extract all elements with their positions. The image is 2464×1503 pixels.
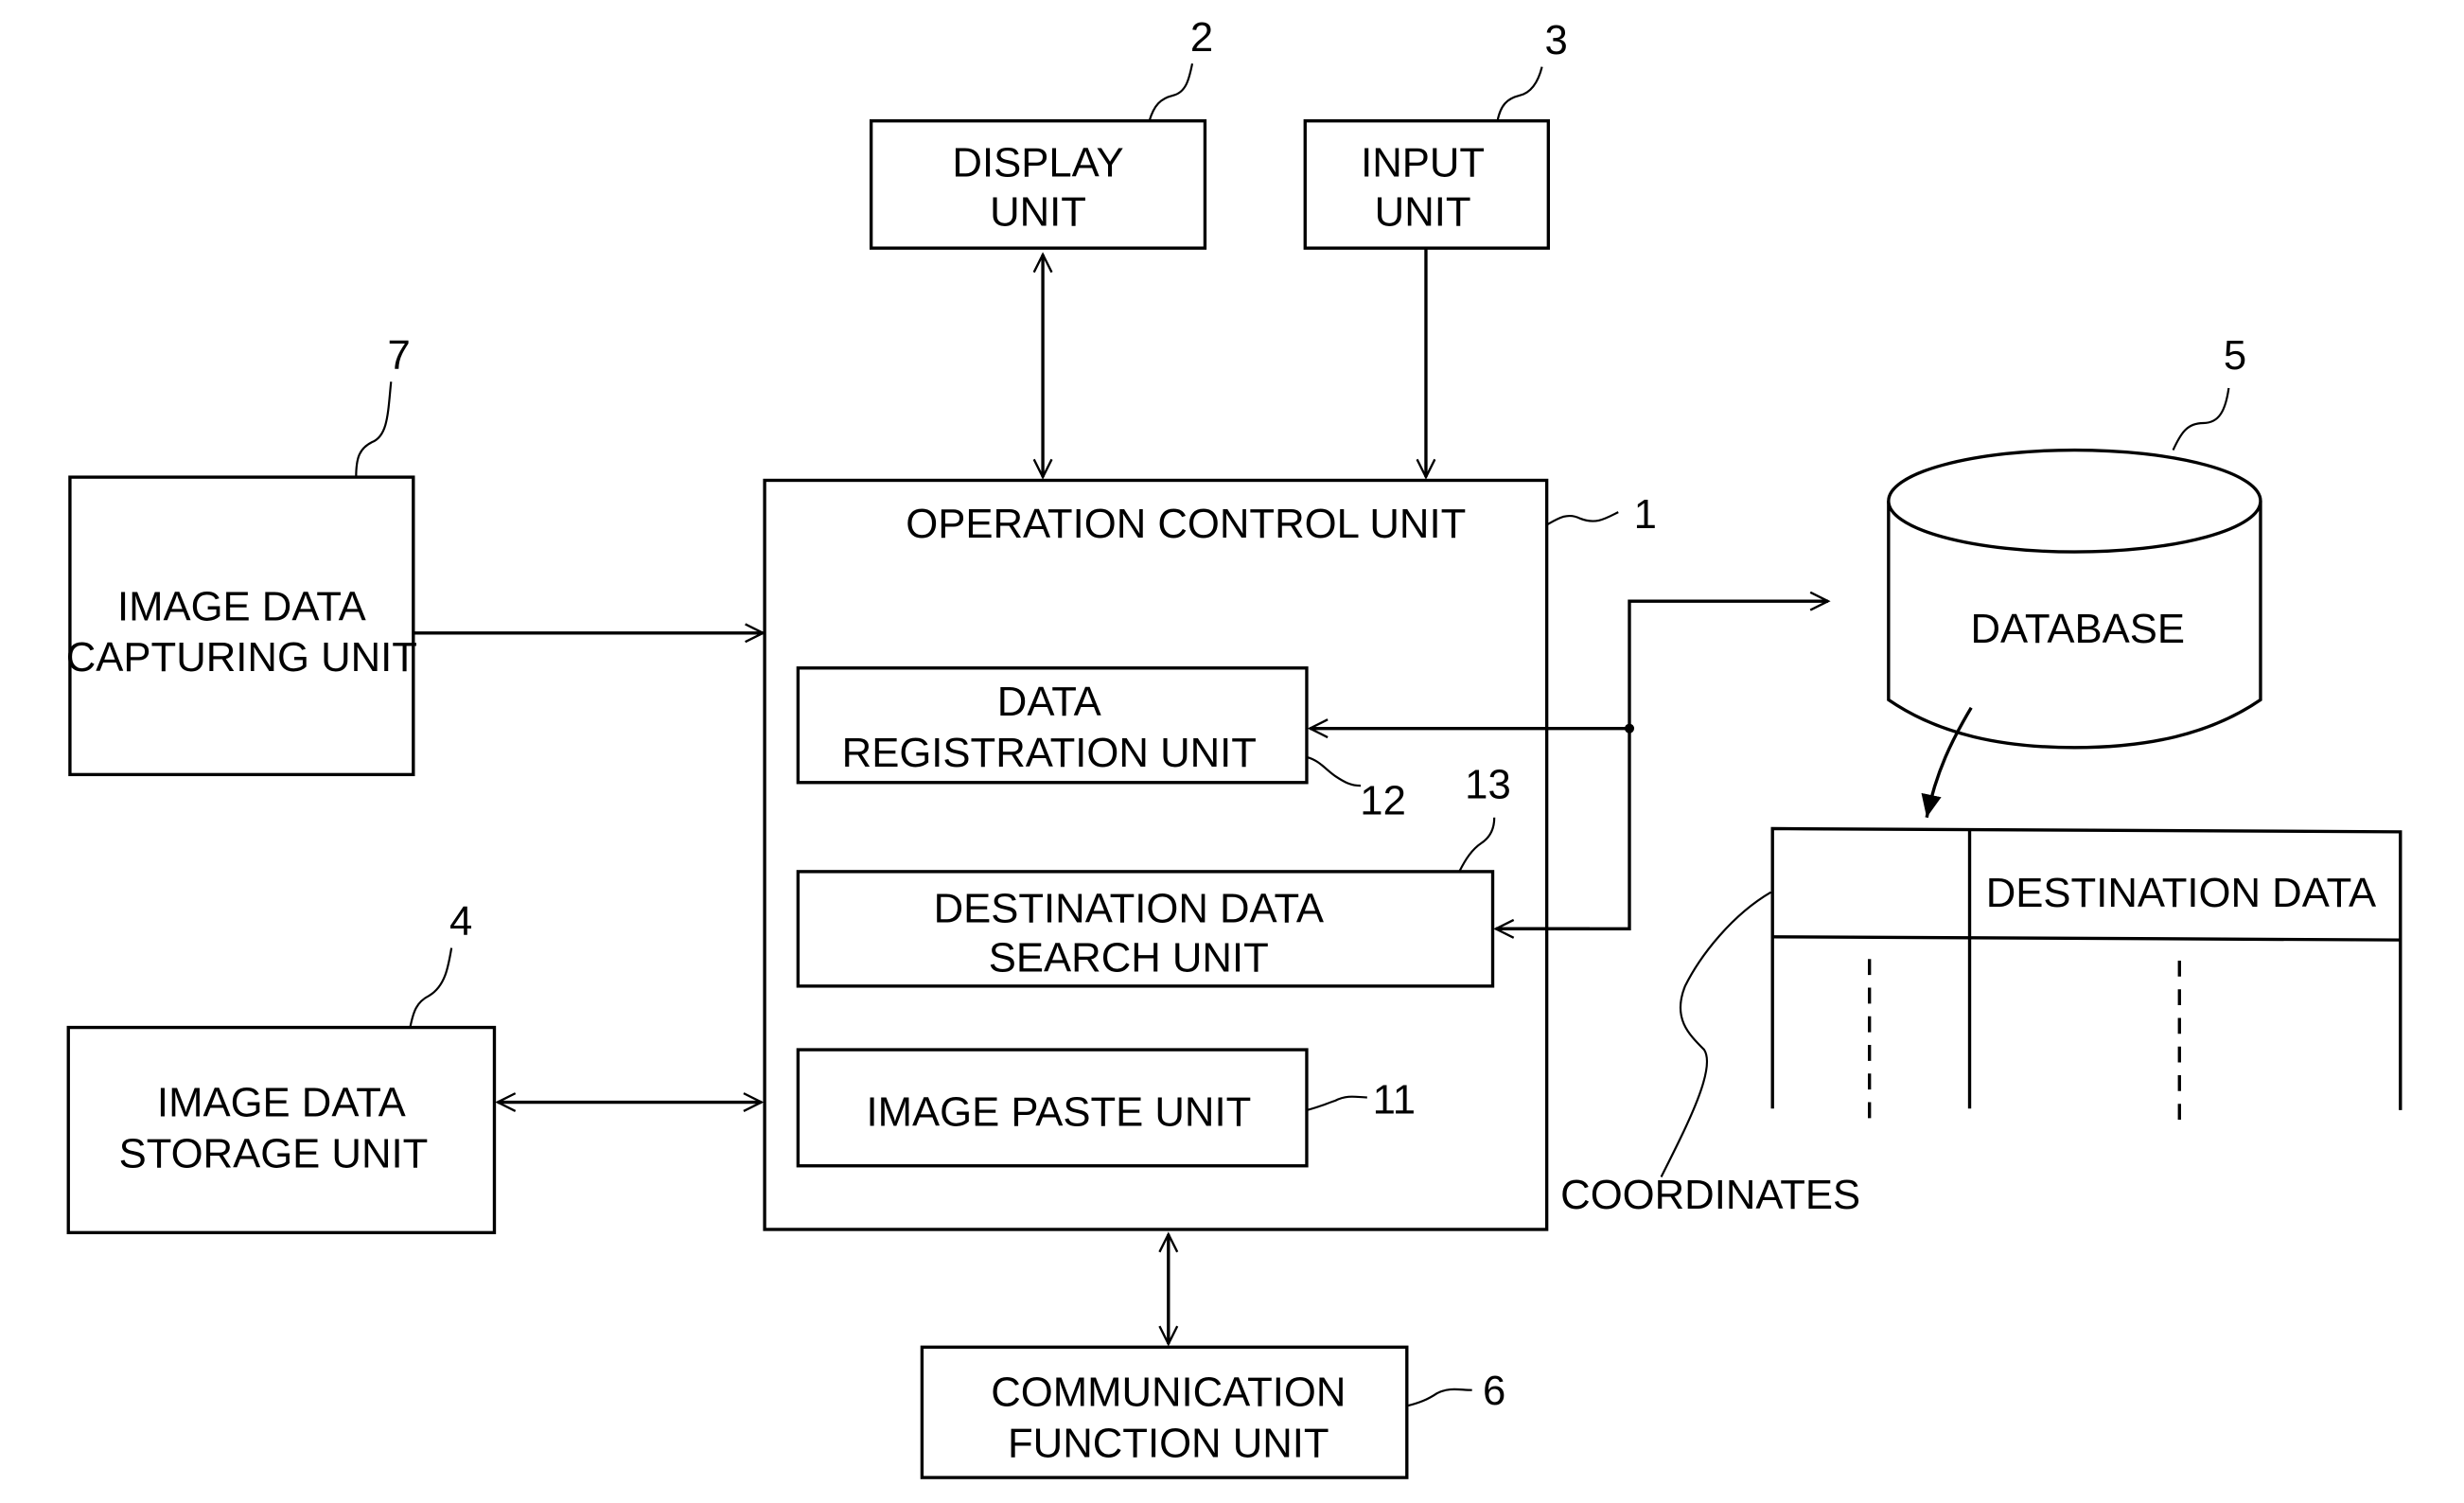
search-unit-ref: 13 (1465, 762, 1511, 808)
display-unit-label-1: DISPLAY (952, 140, 1123, 186)
junction-dot (1624, 723, 1635, 734)
storage-unit-label-1: IMAGE DATA (157, 1080, 407, 1126)
registration-unit-label-2: REGISTRATION UNIT (842, 730, 1257, 776)
input-unit-ref: 3 (1545, 17, 1568, 63)
capturing-unit-label-1: IMAGE DATA (117, 583, 367, 629)
search-unit-label-1: DESTINATION DATA (934, 886, 1325, 932)
image-data-capturing-unit-block: IMAGE DATA CAPTURING UNIT 7 (66, 332, 417, 777)
capturing-unit-label-2: CAPTURING UNIT (66, 634, 417, 681)
operation-control-unit-label: OPERATION CONTROL UNIT (906, 501, 1466, 547)
display-unit-ref: 2 (1190, 14, 1213, 61)
registration-unit-ref: 12 (1360, 777, 1406, 823)
input-unit-label-2: UNIT (1375, 189, 1471, 236)
database-label: DATABASE (1971, 606, 2185, 652)
storage-unit-ref: 4 (449, 898, 472, 945)
operation-control-unit-ref: 1 (1634, 491, 1657, 538)
input-unit-label-1: INPUT (1361, 140, 1485, 186)
destination-data-table: DESTINATION DATA COORDINATES (1560, 826, 2402, 1218)
block-diagram: DISPLAY UNIT 2 INPUT UNIT 3 IMAGE DATA C… (66, 14, 2402, 1479)
storage-unit-label-2: STORAGE UNIT (119, 1130, 429, 1176)
image-paste-unit-ref: 11 (1373, 1076, 1416, 1123)
database-cylinder: DATABASE 5 (1887, 332, 2262, 750)
destination-data-header: DESTINATION DATA (1986, 870, 2377, 916)
input-unit-block: INPUT UNIT 3 (1303, 17, 1568, 250)
coordinates-label: COORDINATES (1560, 1172, 1860, 1218)
database-ref: 5 (2224, 332, 2246, 379)
image-paste-unit-label: IMAGE PASTE UNIT (866, 1089, 1251, 1136)
communication-unit-label-2: FUNCTION UNIT (1008, 1420, 1329, 1466)
display-unit-block: DISPLAY UNIT 2 (869, 14, 1213, 250)
communication-unit-ref: 6 (1483, 1368, 1505, 1414)
display-unit-label-2: UNIT (990, 189, 1086, 236)
registration-unit-label-1: DATA (997, 679, 1102, 725)
capturing-unit-ref: 7 (388, 332, 411, 379)
communication-unit-label-1: COMMUNICATION (991, 1369, 1346, 1415)
communication-function-unit-block: COMMUNICATION FUNCTION UNIT 6 (920, 1345, 1505, 1479)
search-unit-label-2: SEARCH UNIT (989, 935, 1269, 981)
image-data-storage-unit-block: IMAGE DATA STORAGE UNIT 4 (66, 898, 497, 1235)
